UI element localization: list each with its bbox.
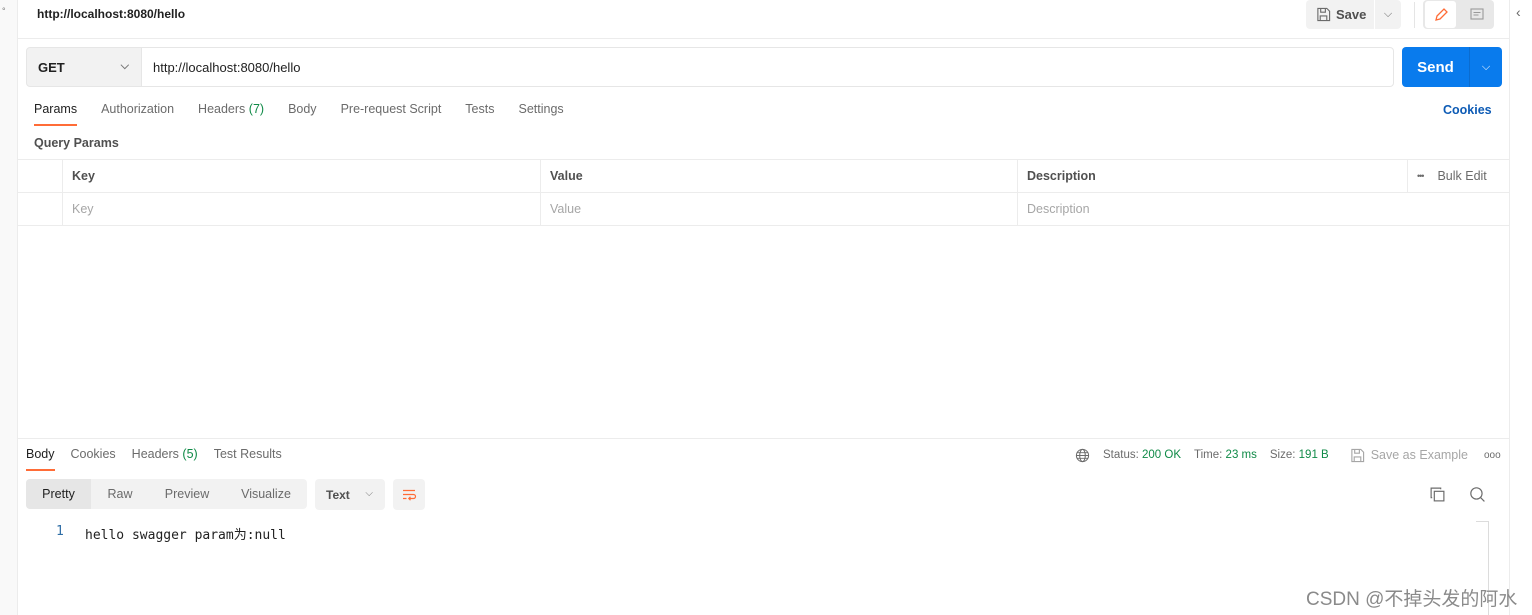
tab-label: Body [26, 447, 55, 461]
view-mode-group: Pretty Raw Preview Visualize [26, 479, 307, 509]
table-header-row: Key Value Description ••• Bulk Edit [18, 160, 1509, 193]
send-dropdown-chevron-icon[interactable]: ⌵ [1470, 47, 1502, 87]
headers-count: (5) [182, 447, 198, 461]
response-tabs: Body Cookies Headers (5) Test Results [26, 447, 298, 471]
more-options-icon[interactable]: ••• [1417, 171, 1425, 181]
description-input[interactable]: Description [1017, 193, 1509, 225]
tab-label: Body [288, 102, 317, 116]
view-raw[interactable]: Raw [91, 479, 149, 509]
cookies-link[interactable]: Cookies [1443, 103, 1492, 117]
tab-label: Cookies [70, 447, 116, 461]
url-input[interactable] [141, 47, 1394, 87]
tab-authorization[interactable]: Authorization [101, 102, 174, 126]
globe-icon[interactable] [1075, 448, 1090, 463]
tab-label: Test Results [213, 447, 282, 461]
comments-button[interactable] [1461, 1, 1492, 28]
tab-label: Authorization [101, 102, 175, 116]
tab-headers[interactable]: Headers (7) [198, 102, 264, 126]
column-header-description: Description [1017, 160, 1407, 192]
edit-mode-button[interactable] [1425, 1, 1456, 28]
tab-label: Headers [198, 102, 246, 116]
tab-body[interactable]: Body [288, 102, 317, 126]
key-input[interactable]: Key [62, 193, 540, 225]
table-row: Key Value Description [18, 193, 1509, 226]
watermark: CSDN @不掉头发的阿水 [1306, 589, 1518, 610]
save-dropdown-button[interactable]: ⌵ [1375, 0, 1401, 29]
search-icon[interactable] [1469, 486, 1486, 503]
method-value: GET [38, 59, 65, 75]
more-options-icon[interactable]: ooo [1484, 450, 1501, 461]
code-line: hello swagger param为:null [85, 528, 286, 543]
chevron-down-icon: ⌵ [1383, 8, 1393, 20]
save-icon [1351, 448, 1364, 462]
copy-icon[interactable] [1429, 486, 1446, 503]
time-value: 23 ms [1225, 449, 1257, 461]
tab-pre-request-script[interactable]: Pre-request Script [341, 102, 442, 126]
view-visualize[interactable]: Visualize [225, 479, 307, 509]
format-select[interactable]: Text ⌵ [315, 479, 385, 510]
response-meta: Status: 200 OK Time: 23 ms Size: 191 B S… [1075, 446, 1501, 464]
tab-tests[interactable]: Tests [465, 102, 494, 126]
save-label: Save [1336, 7, 1367, 22]
time-label: Time: [1194, 449, 1223, 461]
save-button[interactable]: Save [1306, 0, 1374, 29]
status-label: Status: [1103, 449, 1139, 461]
save-icon [1317, 7, 1331, 22]
pencil-icon [1434, 7, 1448, 21]
status-readout[interactable]: Status: 200 OK [1103, 449, 1181, 461]
wrap-lines-icon [403, 489, 417, 501]
tab-label: Settings [518, 102, 564, 116]
chevron-down-icon: ⌵ [120, 60, 129, 72]
wrap-lines-button[interactable] [393, 479, 425, 510]
column-header-value: Value [540, 160, 1017, 192]
rail-dot-icon: ° [2, 6, 6, 16]
send-label: Send [1417, 58, 1454, 76]
request-header-bar: http://localhost:8080/hello Save ⌵ [18, 0, 1509, 39]
headers-count: (7) [248, 102, 265, 116]
toolbar-divider [1414, 2, 1415, 28]
right-sidebar-rail: ‹ [1509, 0, 1532, 615]
tab-label: Headers [131, 447, 179, 461]
tab-label: Tests [465, 102, 495, 116]
view-pretty[interactable]: Pretty [26, 479, 91, 509]
chevron-down-icon: ⌵ [365, 488, 373, 499]
collapse-chevron-icon[interactable]: ‹ [1516, 4, 1521, 20]
left-sidebar-rail: ° [0, 0, 18, 615]
tab-label: Pre-request Script [340, 102, 442, 116]
value-input[interactable]: Value [540, 193, 1017, 225]
size-readout[interactable]: Size: 191 B [1270, 449, 1329, 461]
tab-label: Params [34, 102, 78, 116]
table-actions: ••• Bulk Edit [1407, 160, 1509, 192]
bulk-edit-button[interactable]: Bulk Edit [1437, 169, 1486, 183]
send-button[interactable]: Send ⌵ [1402, 47, 1502, 87]
request-title[interactable]: http://localhost:8080/hello [37, 7, 185, 21]
tab-params[interactable]: Params [34, 102, 78, 126]
time-readout[interactable]: Time: 23 ms [1194, 449, 1257, 461]
comment-icon [1469, 7, 1484, 20]
tab-response-body[interactable]: Body [26, 447, 55, 471]
size-value: 191 B [1298, 449, 1329, 461]
view-preview[interactable]: Preview [149, 479, 225, 509]
format-value: Text [326, 487, 350, 502]
line-number: 1 [56, 524, 64, 539]
mode-toggle [1423, 0, 1494, 29]
tab-response-cookies[interactable]: Cookies [71, 447, 116, 471]
save-as-example-button[interactable]: Save as Example [1350, 448, 1468, 463]
query-params-table: Key Value Description ••• Bulk Edit Key … [18, 159, 1509, 226]
status-value: 200 OK [1142, 449, 1182, 461]
column-header-key: Key [62, 160, 540, 192]
tab-settings[interactable]: Settings [518, 102, 563, 126]
size-label: Size: [1269, 449, 1296, 461]
request-tabs: Params Authorization Headers (7) Body Pr… [34, 102, 588, 126]
tab-test-results[interactable]: Test Results [214, 447, 282, 471]
tab-response-headers[interactable]: Headers (5) [132, 447, 198, 471]
query-params-title: Query Params [34, 136, 119, 150]
response-divider[interactable] [18, 438, 1509, 439]
save-as-example-label: Save as Example [1370, 448, 1468, 462]
method-select[interactable]: GET ⌵ [26, 47, 142, 87]
